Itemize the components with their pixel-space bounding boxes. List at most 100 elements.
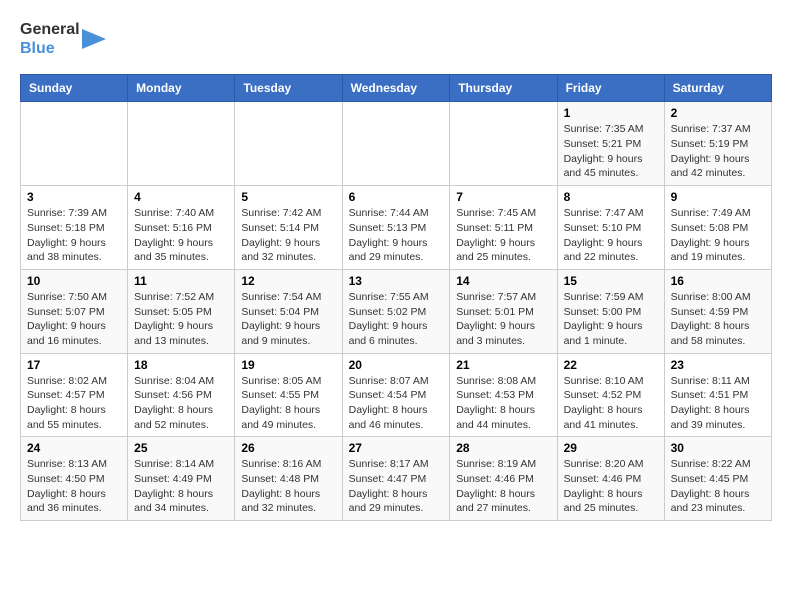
calendar-cell: 19 Sunrise: 8:05 AMSunset: 4:55 PMDayligh… xyxy=(235,353,342,437)
day-number: 8 xyxy=(564,190,658,204)
calendar-week-3: 10 Sunrise: 7:50 AMSunset: 5:07 PMDayligh… xyxy=(21,269,772,353)
day-number: 25 xyxy=(134,441,228,455)
logo-text-general: General xyxy=(20,20,80,39)
day-info: Sunrise: 7:45 AMSunset: 5:11 PMDaylight:… xyxy=(456,206,550,265)
logo-arrow-icon xyxy=(82,24,106,54)
day-number: 5 xyxy=(241,190,335,204)
calendar-cell: 3 Sunrise: 7:39 AMSunset: 5:18 PMDaylight… xyxy=(21,186,128,270)
day-info: Sunrise: 7:44 AMSunset: 5:13 PMDaylight:… xyxy=(349,206,444,265)
day-info: Sunrise: 7:54 AMSunset: 5:04 PMDaylight:… xyxy=(241,290,335,349)
calendar-cell xyxy=(450,102,557,186)
calendar-cell: 1 Sunrise: 7:35 AMSunset: 5:21 PMDaylight… xyxy=(557,102,664,186)
day-info: Sunrise: 8:02 AMSunset: 4:57 PMDaylight:… xyxy=(27,374,121,433)
day-info: Sunrise: 7:47 AMSunset: 5:10 PMDaylight:… xyxy=(564,206,658,265)
day-info: Sunrise: 8:13 AMSunset: 4:50 PMDaylight:… xyxy=(27,457,121,516)
calendar-cell: 22Sunrise: 8:10 AMSunset: 4:52 PMDayligh… xyxy=(557,353,664,437)
day-info: Sunrise: 8:14 AMSunset: 4:49 PMDaylight:… xyxy=(134,457,228,516)
day-info: Sunrise: 8:16 AMSunset: 4:48 PMDaylight:… xyxy=(241,457,335,516)
day-number: 21 xyxy=(456,358,550,372)
day-number: 30 xyxy=(671,441,765,455)
day-info: Sunrise: 8:04 AMSunset: 4:56 PMDaylight:… xyxy=(134,374,228,433)
day-info: Sunrise: 8:10 AMSunset: 4:52 PMDaylight:… xyxy=(564,374,658,433)
calendar-cell: 2Sunrise: 7:37 AMSunset: 5:19 PMDaylight… xyxy=(664,102,771,186)
calendar-week-5: 24 Sunrise: 8:13 AMSunset: 4:50 PMDayligh… xyxy=(21,437,772,521)
day-number: 23 xyxy=(671,358,765,372)
column-header-wednesday: Wednesday xyxy=(342,75,450,102)
calendar-cell: 11 Sunrise: 7:52 AMSunset: 5:05 PMDayligh… xyxy=(128,269,235,353)
day-number: 28 xyxy=(456,441,550,455)
day-info: Sunrise: 7:49 AMSunset: 5:08 PMDaylight:… xyxy=(671,206,765,265)
calendar-cell xyxy=(235,102,342,186)
calendar-cell: 14 Sunrise: 7:57 AMSunset: 5:01 PMDayligh… xyxy=(450,269,557,353)
day-number: 13 xyxy=(349,274,444,288)
day-info: Sunrise: 8:20 AMSunset: 4:46 PMDaylight:… xyxy=(564,457,658,516)
calendar-cell: 28 Sunrise: 8:19 AMSunset: 4:46 PMDayligh… xyxy=(450,437,557,521)
day-number: 4 xyxy=(134,190,228,204)
day-info: Sunrise: 8:17 AMSunset: 4:47 PMDaylight:… xyxy=(349,457,444,516)
day-number: 9 xyxy=(671,190,765,204)
day-info: Sunrise: 8:11 AMSunset: 4:51 PMDaylight:… xyxy=(671,374,765,433)
day-info: Sunrise: 7:50 AMSunset: 5:07 PMDaylight:… xyxy=(27,290,121,349)
calendar-cell: 24 Sunrise: 8:13 AMSunset: 4:50 PMDayligh… xyxy=(21,437,128,521)
day-number: 27 xyxy=(349,441,444,455)
logo: General Blue xyxy=(20,20,106,58)
calendar-cell: 13 Sunrise: 7:55 AMSunset: 5:02 PMDayligh… xyxy=(342,269,450,353)
day-number: 20 xyxy=(349,358,444,372)
calendar-cell: 4Sunrise: 7:40 AMSunset: 5:16 PMDaylight… xyxy=(128,186,235,270)
column-header-thursday: Thursday xyxy=(450,75,557,102)
calendar-table: SundayMondayTuesdayWednesdayThursdayFrid… xyxy=(20,74,772,521)
day-info: Sunrise: 7:39 AMSunset: 5:18 PMDaylight:… xyxy=(27,206,121,265)
calendar-cell: 16Sunrise: 8:00 AMSunset: 4:59 PMDayligh… xyxy=(664,269,771,353)
calendar-header: SundayMondayTuesdayWednesdayThursdayFrid… xyxy=(21,75,772,102)
calendar-week-4: 17 Sunrise: 8:02 AMSunset: 4:57 PMDayligh… xyxy=(21,353,772,437)
day-number: 10 xyxy=(27,274,121,288)
day-number: 3 xyxy=(27,190,121,204)
calendar-cell: 20 Sunrise: 8:07 AMSunset: 4:54 PMDayligh… xyxy=(342,353,450,437)
day-info: Sunrise: 7:37 AMSunset: 5:19 PMDaylight:… xyxy=(671,122,765,181)
calendar-cell xyxy=(128,102,235,186)
day-info: Sunrise: 8:22 AMSunset: 4:45 PMDaylight:… xyxy=(671,457,765,516)
day-number: 11 xyxy=(134,274,228,288)
column-header-sunday: Sunday xyxy=(21,75,128,102)
calendar-cell: 5 Sunrise: 7:42 AMSunset: 5:14 PMDaylight… xyxy=(235,186,342,270)
day-info: Sunrise: 7:57 AMSunset: 5:01 PMDaylight:… xyxy=(456,290,550,349)
day-info: Sunrise: 7:55 AMSunset: 5:02 PMDaylight:… xyxy=(349,290,444,349)
day-info: Sunrise: 8:19 AMSunset: 4:46 PMDaylight:… xyxy=(456,457,550,516)
calendar-cell: 26Sunrise: 8:16 AMSunset: 4:48 PMDayligh… xyxy=(235,437,342,521)
day-info: Sunrise: 7:35 AMSunset: 5:21 PMDaylight:… xyxy=(564,122,658,181)
logo-text-blue: Blue xyxy=(20,39,80,58)
column-header-tuesday: Tuesday xyxy=(235,75,342,102)
column-header-friday: Friday xyxy=(557,75,664,102)
calendar-cell: 30 Sunrise: 8:22 AMSunset: 4:45 PMDayligh… xyxy=(664,437,771,521)
day-number: 17 xyxy=(27,358,121,372)
day-info: Sunrise: 7:52 AMSunset: 5:05 PMDaylight:… xyxy=(134,290,228,349)
calendar-cell: 8 Sunrise: 7:47 AMSunset: 5:10 PMDaylight… xyxy=(557,186,664,270)
calendar-cell xyxy=(21,102,128,186)
column-header-monday: Monday xyxy=(128,75,235,102)
day-number: 18 xyxy=(134,358,228,372)
day-number: 1 xyxy=(564,106,658,120)
calendar-week-1: 1 Sunrise: 7:35 AMSunset: 5:21 PMDaylight… xyxy=(21,102,772,186)
calendar-cell: 18 Sunrise: 8:04 AMSunset: 4:56 PMDayligh… xyxy=(128,353,235,437)
day-info: Sunrise: 8:07 AMSunset: 4:54 PMDaylight:… xyxy=(349,374,444,433)
day-number: 12 xyxy=(241,274,335,288)
calendar-cell: 23 Sunrise: 8:11 AMSunset: 4:51 PMDayligh… xyxy=(664,353,771,437)
calendar-cell xyxy=(342,102,450,186)
logo: General Blue xyxy=(20,20,106,58)
page-header: General Blue xyxy=(20,20,772,58)
calendar-body: 1 Sunrise: 7:35 AMSunset: 5:21 PMDaylight… xyxy=(21,102,772,521)
day-number: 7 xyxy=(456,190,550,204)
calendar-cell: 9 Sunrise: 7:49 AMSunset: 5:08 PMDaylight… xyxy=(664,186,771,270)
day-info: Sunrise: 8:00 AMSunset: 4:59 PMDaylight:… xyxy=(671,290,765,349)
calendar-week-2: 3 Sunrise: 7:39 AMSunset: 5:18 PMDaylight… xyxy=(21,186,772,270)
calendar-cell: 12 Sunrise: 7:54 AMSunset: 5:04 PMDayligh… xyxy=(235,269,342,353)
column-header-saturday: Saturday xyxy=(664,75,771,102)
day-info: Sunrise: 8:05 AMSunset: 4:55 PMDaylight:… xyxy=(241,374,335,433)
day-info: Sunrise: 7:42 AMSunset: 5:14 PMDaylight:… xyxy=(241,206,335,265)
day-info: Sunrise: 8:08 AMSunset: 4:53 PMDaylight:… xyxy=(456,374,550,433)
day-info: Sunrise: 7:59 AMSunset: 5:00 PMDaylight:… xyxy=(564,290,658,349)
day-number: 29 xyxy=(564,441,658,455)
day-number: 19 xyxy=(241,358,335,372)
day-number: 24 xyxy=(27,441,121,455)
day-number: 14 xyxy=(456,274,550,288)
